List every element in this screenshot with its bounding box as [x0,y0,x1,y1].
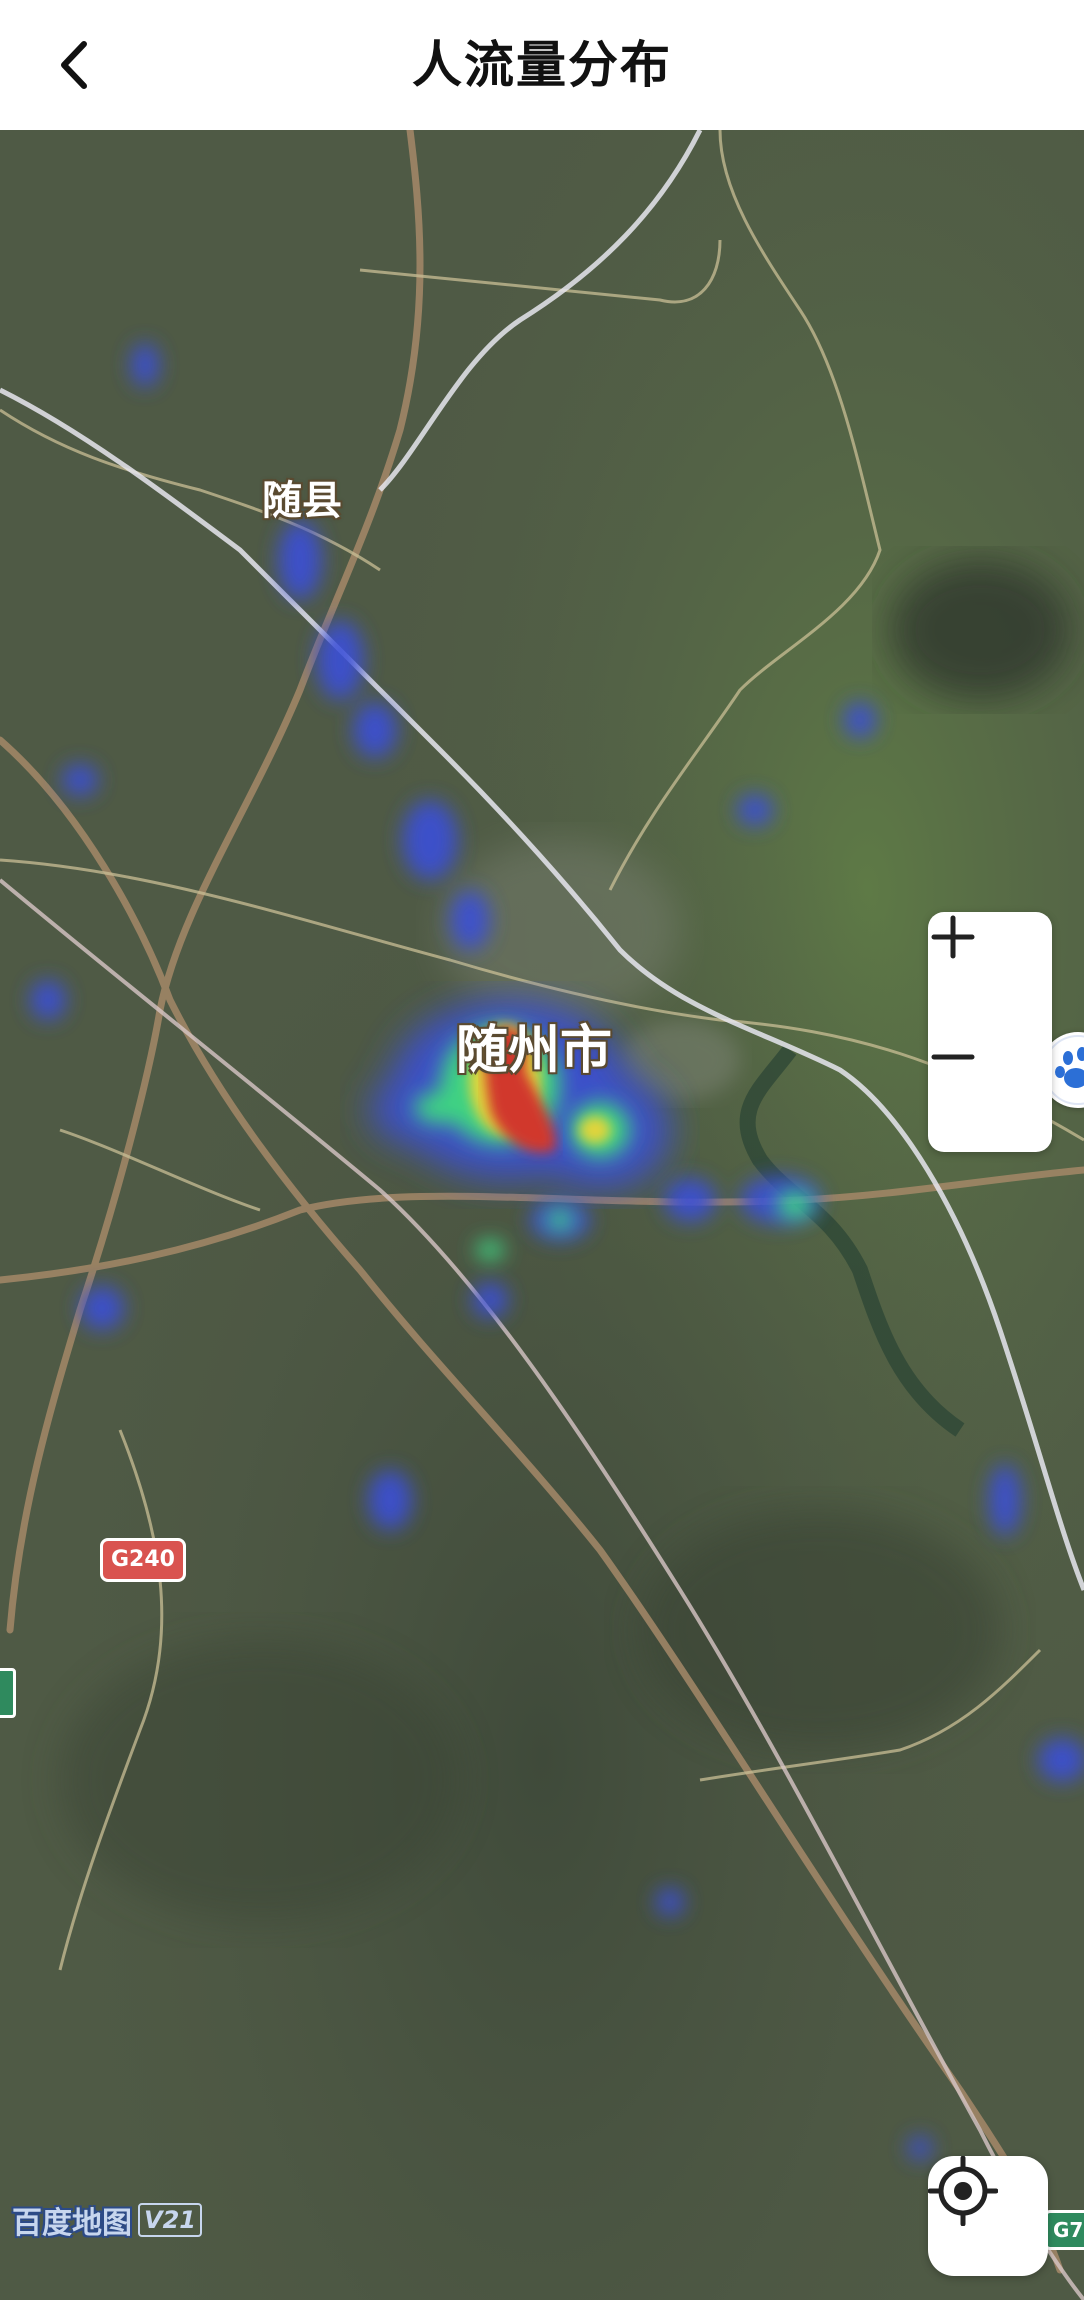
plus-icon [931,915,975,959]
locate-crosshair-icon [928,2156,998,2226]
zoom-control [928,912,1052,1152]
logo-text: 百度地图 [12,2206,132,2241]
logo-version: V21 [138,2203,202,2237]
map-provider-logo: 百度地图 V21 [12,2200,202,2241]
map-view[interactable]: 随县 随州市 G240 G7 百度地图 V21 [0,130,1084,2300]
locate-button[interactable] [928,2156,1048,2276]
page-title: 人流量分布 [412,36,672,94]
satellite-map-layer [0,130,1084,2300]
road-shield-g240: G240 [100,1538,186,1582]
city-label-suizhou: 随州市 [456,1021,613,1081]
zoom-in-button[interactable] [928,912,1052,1032]
app-root: 人流量分布 随县 随州市 G240 G7 百度地图 V21 [0,0,1084,2300]
city-label-suixian: 随县 [262,478,342,524]
top-bar: 人流量分布 [0,0,1084,130]
edge-road-marker [0,1668,16,1718]
minus-icon [931,1054,975,1060]
road-shield-g7: G7 [1044,2210,1084,2250]
zoom-out-button[interactable] [928,1032,1052,1152]
